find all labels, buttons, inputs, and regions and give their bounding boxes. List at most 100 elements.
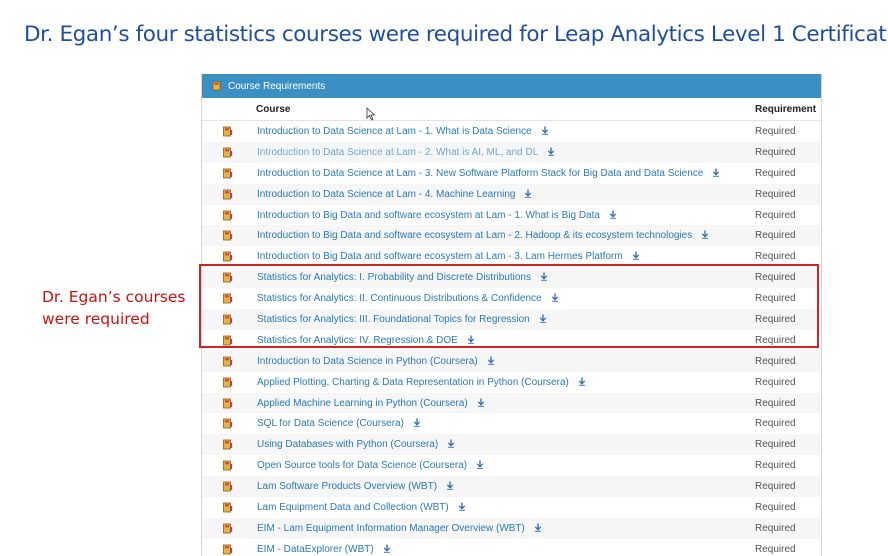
course-book-icon [223, 189, 233, 200]
mouse-cursor-icon [366, 107, 376, 121]
course-book-icon [223, 419, 233, 429]
course-link[interactable]: SQL for Data Science (Coursera) [257, 418, 755, 429]
download-icon[interactable] [446, 481, 454, 490]
download-icon[interactable] [458, 502, 466, 511]
course-name[interactable]: Statistics for Analytics: IV. Regression… [257, 335, 458, 346]
course-name[interactable]: Open Source tools for Data Science (Cour… [257, 460, 467, 471]
download-icon[interactable] [413, 418, 421, 428]
column-header-course[interactable]: Course [256, 104, 755, 115]
callout-text: Dr. Egan’s courses were required [42, 288, 186, 328]
course-link[interactable]: Applied Machine Learning in Python (Cour… [257, 398, 755, 409]
course-book-icon [223, 147, 233, 158]
course-link[interactable]: Introduction to Data Science at Lam - 3.… [257, 168, 755, 179]
course-name[interactable]: Statistics for Analytics: III. Foundatio… [257, 314, 530, 325]
course-book-icon [223, 544, 233, 555]
requirement-status: Required [755, 501, 796, 513]
course-link[interactable]: EIM - DataExplorer (WBT) [257, 544, 755, 555]
download-icon[interactable] [534, 523, 542, 532]
course-row: EIM - DataExplorer (WBT) Required [202, 539, 821, 556]
course-link[interactable]: Statistics for Analytics: I. Probability… [257, 272, 755, 283]
course-book-icon [223, 523, 233, 534]
requirement-status: Required [755, 146, 796, 158]
course-name[interactable]: Statistics for Analytics: II. Continuous… [257, 293, 542, 304]
course-book-icon [223, 168, 233, 179]
download-icon[interactable] [551, 293, 559, 302]
course-book-icon [223, 335, 233, 346]
requirement-status: Required [755, 334, 796, 346]
course-row: Introduction to Data Science at Lam - 3.… [202, 163, 821, 184]
requirement-status: Required [755, 293, 796, 305]
download-icon[interactable] [477, 398, 485, 407]
course-book-icon [223, 398, 233, 408]
panel-title: Course Requirements [228, 80, 326, 92]
download-icon[interactable] [487, 356, 495, 365]
course-link[interactable]: Introduction to Big Data and software ec… [257, 230, 755, 241]
download-icon[interactable] [524, 189, 532, 198]
course-name[interactable]: Applied Machine Learning in Python (Cour… [257, 398, 468, 409]
course-name[interactable]: Lam Software Products Overview (WBT) [257, 481, 437, 492]
course-row: Lam Equipment Data and Collection (WBT) R… [202, 497, 821, 518]
column-header-requirement[interactable]: Requirement [755, 104, 821, 115]
course-link[interactable]: Statistics for Analytics: IV. Regression… [257, 335, 755, 346]
course-name[interactable]: Introduction to Data Science at Lam - 4.… [257, 189, 515, 200]
download-icon[interactable] [609, 210, 617, 219]
course-book-icon [223, 377, 233, 388]
download-icon[interactable] [632, 251, 640, 261]
course-link[interactable]: Introduction to Data Science at Lam - 1.… [257, 126, 755, 137]
course-link[interactable]: Introduction to Data Science at Lam - 4.… [257, 189, 755, 200]
course-link[interactable]: Introduction to Data Science at Lam - 2.… [257, 147, 755, 158]
course-name[interactable]: EIM - Lam Equipment Information Manager … [257, 523, 525, 534]
course-name[interactable]: Introduction to Data Science at Lam - 1.… [257, 126, 532, 137]
course-link[interactable]: Applied Plotting, Charting & Data Repres… [257, 377, 755, 388]
requirement-status: Required [755, 167, 796, 179]
course-name[interactable]: Introduction to Data Science in Python (… [257, 356, 478, 367]
download-icon[interactable] [383, 544, 391, 553]
requirement-status: Required [755, 188, 796, 200]
course-link[interactable]: Introduction to Data Science in Python (… [257, 356, 755, 367]
download-icon[interactable] [467, 335, 475, 344]
course-name[interactable]: Introduction to Big Data and software ec… [257, 251, 623, 262]
download-icon[interactable] [701, 230, 709, 240]
course-name[interactable]: Lam Equipment Data and Collection (WBT) [257, 502, 449, 513]
course-name[interactable]: Introduction to Big Data and software ec… [257, 210, 600, 221]
course-row: SQL for Data Science (Coursera) Required [202, 413, 821, 434]
course-link[interactable]: Introduction to Big Data and software ec… [257, 251, 755, 262]
download-icon[interactable] [547, 147, 555, 156]
course-row: EIM - Lam Equipment Information Manager … [202, 517, 821, 539]
requirement-status: Required [755, 481, 796, 493]
course-name[interactable]: EIM - DataExplorer (WBT) [257, 544, 374, 555]
download-icon[interactable] [578, 377, 586, 386]
course-link[interactable]: Statistics for Analytics: II. Continuous… [257, 293, 755, 304]
course-link[interactable]: Statistics for Analytics: III. Foundatio… [257, 314, 755, 325]
course-link[interactable]: EIM - Lam Equipment Information Manager … [257, 523, 755, 534]
download-icon[interactable] [712, 168, 720, 177]
course-name[interactable]: SQL for Data Science (Coursera) [257, 418, 404, 429]
download-icon[interactable] [539, 314, 547, 323]
course-link[interactable]: Using Databases with Python (Coursera) [257, 439, 755, 450]
course-row: Introduction to Data Science at Lam - 2.… [202, 141, 821, 163]
download-icon[interactable] [447, 439, 455, 449]
course-book-icon [223, 356, 233, 367]
course-row: Applied Machine Learning in Python (Cour… [202, 392, 821, 414]
requirement-status: Required [755, 439, 796, 451]
course-link[interactable]: Lam Software Products Overview (WBT) [257, 481, 755, 492]
course-name[interactable]: Statistics for Analytics: I. Probability… [257, 272, 531, 283]
download-icon[interactable] [540, 272, 548, 281]
course-name[interactable]: Using Databases with Python (Coursera) [257, 439, 438, 450]
course-name[interactable]: Introduction to Data Science at Lam - 3.… [257, 168, 703, 179]
course-link[interactable]: Introduction to Big Data and software ec… [257, 210, 755, 221]
course-book-icon [223, 293, 233, 304]
course-link[interactable]: Lam Equipment Data and Collection (WBT) [257, 502, 755, 513]
download-icon[interactable] [476, 460, 484, 469]
panel-header: Course Requirements [202, 74, 821, 98]
requirement-status: Required [755, 397, 796, 409]
course-name[interactable]: Introduction to Big Data and software ec… [257, 230, 692, 241]
course-name[interactable]: Applied Plotting, Charting & Data Repres… [257, 377, 569, 388]
requirement-status: Required [755, 355, 796, 367]
course-book-icon [223, 314, 233, 325]
course-link[interactable]: Open Source tools for Data Science (Cour… [257, 460, 755, 471]
requirement-status: Required [755, 209, 796, 221]
course-name[interactable]: Introduction to Data Science at Lam - 2.… [257, 147, 538, 158]
download-icon[interactable] [541, 126, 549, 135]
requirement-status: Required [755, 230, 796, 242]
